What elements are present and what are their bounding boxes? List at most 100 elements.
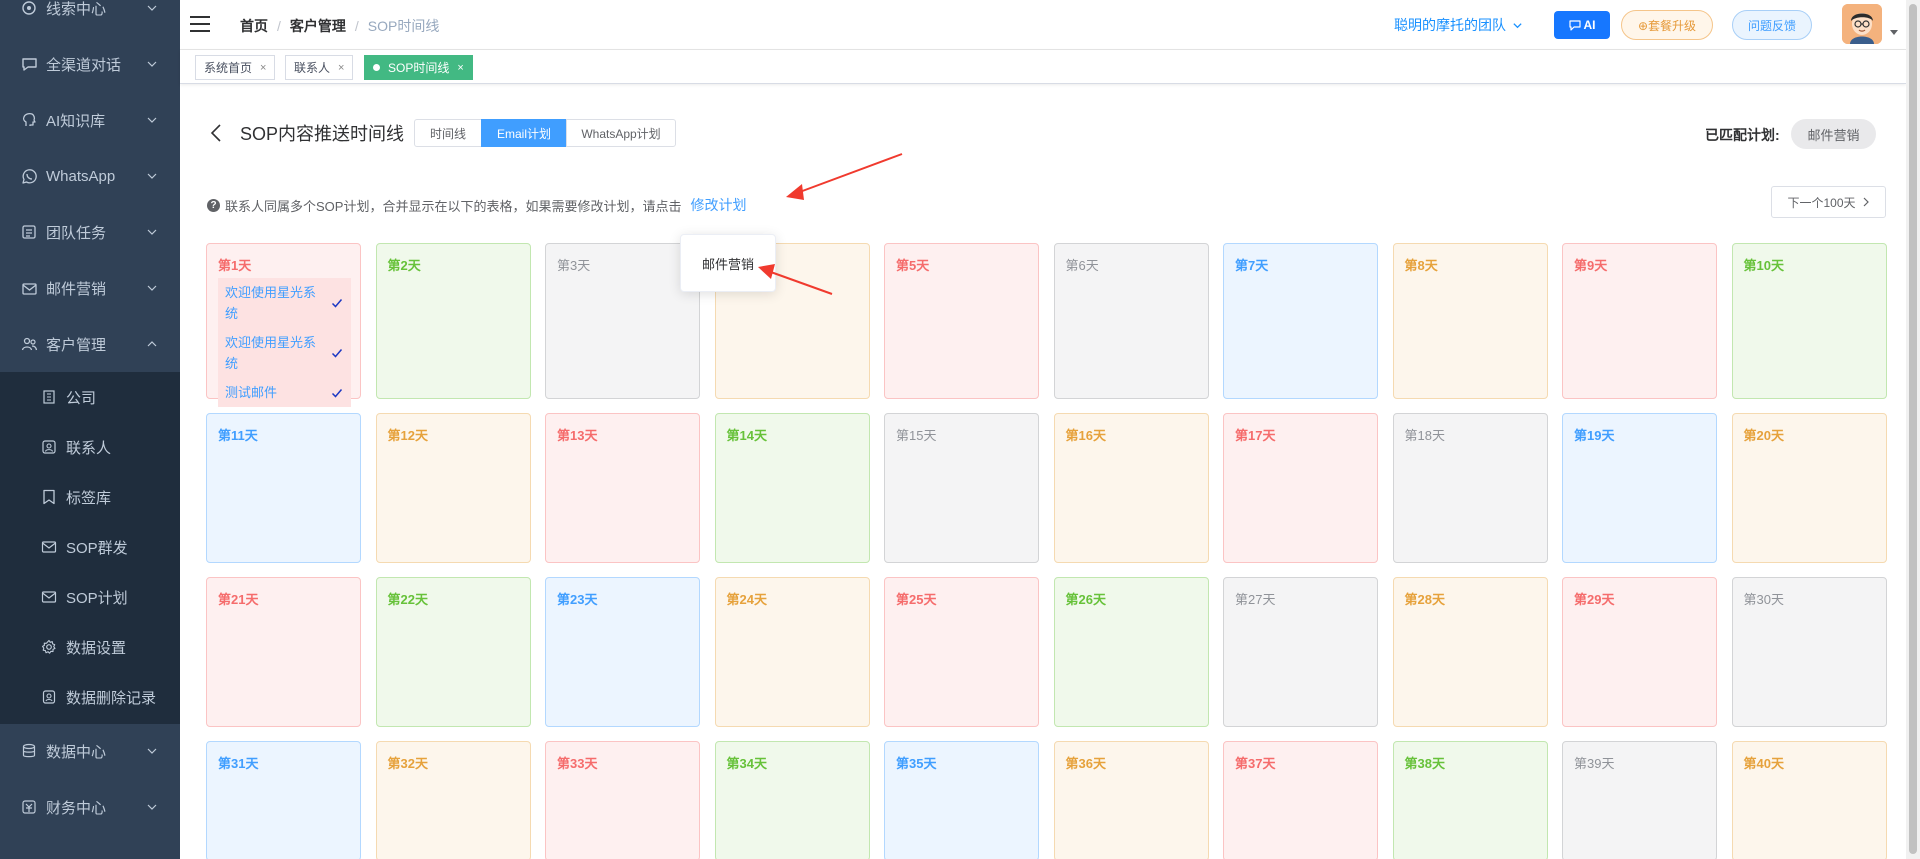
day-card[interactable]: 第19天 [1562,413,1717,563]
day-label: 第26天 [1065,592,1106,607]
sidebar-item-whatsapp[interactable]: WhatsApp [0,148,180,204]
close-icon[interactable]: × [338,62,344,74]
day-card[interactable]: 第7天 [1223,243,1378,399]
chevron-down-icon [147,61,157,67]
tag-sop-timeline[interactable]: SOP时间线 × [364,55,473,80]
check-icon [331,388,343,398]
matched-plan-tag[interactable]: 邮件营销 [1791,119,1876,149]
sidebar-item-label: 全渠道对话 [46,56,122,74]
team-switcher[interactable]: 聪明的摩托的团队 [1394,15,1523,35]
caret-down-icon[interactable] [1890,30,1898,35]
day-card[interactable]: 第26天 [1053,577,1209,727]
sidebar-item-clue-center[interactable]: 线索中心 [0,0,180,36]
plan-item[interactable]: 测试邮件 [218,378,351,407]
sidebar-item-customer-management[interactable]: 客户管理 [0,316,180,372]
day-card[interactable]: 第13天 [545,413,700,563]
day-card[interactable]: 第30天 [1731,577,1887,727]
day-card[interactable]: 第38天 [1392,741,1548,859]
day-card[interactable]: 第32天 [375,741,531,859]
day-card[interactable]: 第11天 [206,413,361,563]
task-icon [20,223,38,241]
day-card[interactable]: 第40天 [1731,741,1887,859]
day-card[interactable]: 第8天 [1392,243,1548,399]
sidebar-subitem-delete-record[interactable]: 数据删除记录 [0,672,180,722]
scrollbar-thumb[interactable] [1909,4,1917,854]
day-card[interactable]: 第36天 [1053,741,1209,859]
day-card[interactable]: 第33天 [545,741,700,859]
tag-system-home[interactable]: 系统首页 × [195,55,276,80]
sidebar-item-email-marketing[interactable]: 邮件营销 [0,260,180,316]
sidebar-item-data-center[interactable]: 数据中心 [0,723,180,779]
day-card[interactable]: 第25天 [884,577,1039,727]
tag-contacts[interactable]: 联系人 × [285,55,354,80]
day-card[interactable]: 第29天 [1562,577,1717,727]
plan-item[interactable]: 欢迎使用星光系统 [218,278,351,328]
day-card[interactable]: 第14天 [714,413,870,563]
day-label: 第28天 [1404,592,1445,607]
day-card[interactable]: 第18天 [1392,413,1548,563]
day-card[interactable]: 第10天 [1731,243,1887,399]
breadcrumb-home[interactable]: 首页 [240,16,268,36]
popover-plan-option[interactable]: 邮件营销 [702,254,754,273]
sidebar-item-omnichannel[interactable]: 全渠道对话 [0,36,180,92]
feedback-button[interactable]: 问题反馈 [1732,10,1812,40]
scrollbar[interactable] [1906,0,1920,859]
sidebar-item-ai-knowledge[interactable]: AI知识库 [0,92,180,148]
plan-item[interactable]: 欢迎使用星光系统 [218,328,351,378]
avatar[interactable] [1842,4,1882,44]
day-label: 第34天 [726,756,767,771]
sidebar-subitem-sop-broadcast[interactable]: SOP群发 [0,522,180,572]
day-card[interactable]: 第15天 [884,413,1039,563]
day-label: 第19天 [1574,428,1615,443]
chat-icon [20,55,38,73]
day-label: 第18天 [1404,428,1445,443]
day-card[interactable]: 第3天 [545,243,700,399]
close-icon[interactable]: × [260,62,266,74]
day-card[interactable]: 第22天 [375,577,531,727]
day-card[interactable]: 第6天 [1053,243,1209,399]
day-label: 第36天 [1065,756,1106,771]
tab-email-plan[interactable]: Email计划 [481,119,567,147]
sidebar-item-finance-center[interactable]: 财务中心 [0,779,180,835]
brain-icon [20,111,38,129]
day-card[interactable]: 第21天 [206,577,361,727]
day-card[interactable]: 第24天 [714,577,870,727]
back-arrow-icon[interactable] [210,124,222,142]
day-card[interactable]: 第20天 [1731,413,1887,563]
day-card[interactable]: 第2天 [375,243,531,399]
close-icon[interactable]: × [457,62,463,74]
day-card[interactable]: 第12天 [375,413,531,563]
day-card[interactable]: 第17天 [1223,413,1378,563]
day-card[interactable]: 第34天 [714,741,870,859]
hint-message: 联系人同属多个SOP计划，合并显示在以下的表格，如果需要修改计划，请点击 [225,198,682,214]
day-card[interactable]: 第1天 欢迎使用星光系统 欢迎使用星光系统 测试邮件 [206,243,361,407]
tab-whatsapp-plan[interactable]: WhatsApp计划 [566,119,676,147]
day-card[interactable]: 第16天 [1053,413,1209,563]
sidebar-subitem-sop-plan[interactable]: SOP计划 [0,572,180,622]
plan-item-title: 欢迎使用星光系统 [225,285,317,321]
day-card[interactable]: 第37天 [1223,741,1378,859]
sidebar-item-team-task[interactable]: 团队任务 [0,204,180,260]
tab-timeline[interactable]: 时间线 [414,119,482,147]
check-icon [331,299,343,308]
sidebar-subitem-tag-library[interactable]: 标签库 [0,472,180,522]
message-icon [1568,19,1581,31]
plan-item-title: 欢迎使用星光系统 [225,335,317,371]
next-100-days-button[interactable]: 下一个100天 [1771,186,1886,218]
day-card[interactable]: 第39天 [1562,741,1717,859]
day-card[interactable]: 第28天 [1392,577,1548,727]
day-card[interactable]: 第9天 [1562,243,1717,399]
day-card[interactable]: 第31天 [206,741,361,859]
breadcrumb-customer-management[interactable]: 客户管理 [290,16,346,36]
ai-button[interactable]: AI [1554,11,1610,39]
day-card[interactable]: 第23天 [545,577,700,727]
plan-upgrade-button[interactable]: ⊕套餐升级 [1621,10,1713,40]
sidebar-subitem-data-settings[interactable]: 数据设置 [0,622,180,672]
sidebar-subitem-contact[interactable]: 联系人 [0,422,180,472]
sidebar-subitem-company[interactable]: 公司 [0,372,180,422]
day-card[interactable]: 第35天 [884,741,1039,859]
day-card[interactable]: 第5天 [884,243,1039,399]
modify-plan-link[interactable]: 修改计划 [690,195,746,215]
hamburger-icon[interactable] [190,15,210,33]
day-card[interactable]: 第27天 [1223,577,1378,727]
